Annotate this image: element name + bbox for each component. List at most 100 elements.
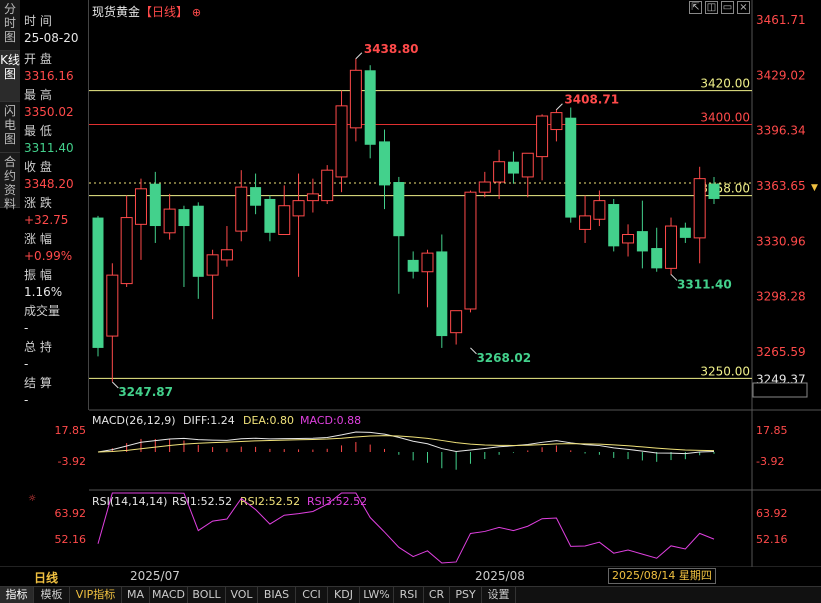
candle-body [651, 248, 663, 269]
price-tick-label: 3461.71 [756, 13, 806, 27]
indicator-tab-bias[interactable]: BIAS [258, 587, 296, 603]
indicator-tab-bar: 指标 模板 VIP指标 MA MACD BOLL VOL BIAS CCI KDJ LW% RSI CR… [0, 586, 821, 603]
candle-body [134, 188, 147, 225]
macd-tick-right: -3.92 [756, 455, 784, 468]
indicator-tab-psy[interactable]: PSY [450, 587, 482, 603]
candle-body [92, 217, 104, 348]
macd-tick-left: -3.92 [58, 455, 86, 468]
candle-body [507, 161, 519, 174]
candle-body [565, 117, 577, 218]
macd-dea-line [97, 435, 715, 453]
chart-window: { "side_tabs": [ {"label": "分时图", "activ… [0, 0, 821, 603]
candle-body [636, 231, 648, 252]
annotation-pointer [355, 52, 363, 60]
rsi-1: RSI1:52.52 [172, 495, 232, 508]
candle-body [192, 205, 204, 277]
horizontal-line-label: 3400.00 [700, 110, 750, 124]
candle-body [593, 200, 606, 220]
candle-body [379, 141, 391, 186]
macd-value: MACD:0.88 [300, 414, 361, 427]
month-label-1: 2025/07 [130, 569, 180, 583]
candle-body [235, 186, 248, 232]
candle-body [393, 182, 405, 237]
candle-body [521, 152, 534, 178]
candle-body [321, 169, 334, 202]
rsi-tick-left: 52.16 [55, 533, 87, 546]
indicator-tab-ma[interactable]: MA [122, 587, 150, 603]
candle-body [364, 70, 376, 145]
indicator-tab-macd[interactable]: MACD [150, 587, 188, 603]
macd-tick-right: 17.85 [756, 424, 788, 437]
candle-body [608, 204, 620, 247]
candle-body [250, 187, 262, 206]
candle-body [163, 208, 176, 234]
candle-body [622, 233, 635, 244]
horizontal-line-label: 3358.00 [700, 182, 750, 196]
indicator-tab-cr[interactable]: CR [424, 587, 450, 603]
candle-body [278, 205, 291, 235]
candle-body [579, 215, 592, 230]
candle-body [478, 181, 491, 193]
indicator-tab-cci[interactable]: CCI [296, 587, 328, 603]
candle-body [349, 69, 362, 129]
current-price-marker: ▼ [811, 183, 818, 193]
annotation-label: 3247.87 [118, 385, 173, 399]
annotation-label: 3268.02 [476, 351, 531, 365]
month-label-2: 2025/08 [475, 569, 525, 583]
candle-body [206, 254, 219, 276]
price-tick-label: 3330.96 [756, 234, 806, 248]
annotation-label: 3311.40 [677, 277, 732, 291]
candle-body [106, 274, 119, 337]
indicator-tab-vip-[interactable]: VIP指标 [70, 587, 122, 603]
candle-body [665, 225, 678, 269]
horizontal-line-label: 3250.00 [700, 364, 750, 378]
price-tick-label: 3265.59 [756, 345, 806, 359]
macd-diff: DIFF:1.24 [183, 414, 235, 427]
candle-body [536, 115, 549, 158]
macd-diff-line [97, 431, 715, 455]
indicator-tab--[interactable]: 设置 [482, 587, 516, 603]
rsi-settings-icon: ☼ [28, 494, 36, 504]
period-tab[interactable]: 日线 [34, 569, 58, 586]
indicator-tab-vol[interactable]: VOL [226, 587, 258, 603]
candle-body [292, 200, 305, 217]
candle-body [178, 209, 190, 227]
candle-body [407, 259, 419, 272]
candlestick-chart: 3461.71 3429.02 3396.34 3363.65 3330.96 3298.… [0, 0, 821, 567]
rsi-tick-left: 63.92 [55, 507, 87, 520]
indicator-tab-kdj[interactable]: KDJ [328, 587, 360, 603]
candle-body [464, 191, 477, 310]
candle-body [335, 105, 348, 178]
candle-body [679, 227, 691, 238]
price-tick-label: 3396.34 [756, 124, 806, 138]
current-date-label: 2025/08/14 星期四 [608, 568, 716, 584]
rsi-tick-right: 63.92 [756, 507, 788, 520]
annotation-label: 3408.71 [564, 93, 619, 107]
candle-body [436, 251, 448, 337]
macd-title: MACD(26,12,9) [92, 414, 176, 427]
candle-body [493, 161, 506, 183]
indicator-tab-boll[interactable]: BOLL [188, 587, 226, 603]
candle-body [421, 252, 434, 273]
candle-body [306, 193, 319, 202]
date-bar: 日线 2025/07 2025/08 2025/08/14 星期四 [0, 567, 821, 585]
candle-body [450, 310, 463, 334]
price-tick-label: 3363.65 [756, 179, 806, 193]
macd-tick-left: 17.85 [55, 424, 87, 437]
candle-body [120, 217, 133, 285]
rsi-2: RSI2:52.52 [240, 495, 300, 508]
horizontal-line-label: 3420.00 [700, 77, 750, 91]
rsi-title: RSI(14,14,14) [92, 495, 167, 508]
candle-body [693, 178, 706, 239]
indicator-tab--[interactable]: 指标 [0, 587, 34, 603]
indicator-tab-lw-[interactable]: LW% [360, 587, 394, 603]
indicator-tab-rsi[interactable]: RSI [394, 587, 424, 603]
rsi-tick-right: 52.16 [756, 533, 788, 546]
candle-body [550, 112, 563, 131]
indicator-tab--[interactable]: 模板 [34, 587, 70, 603]
candle-body [220, 249, 233, 261]
candle-body [149, 183, 161, 227]
macd-dea: DEA:0.80 [243, 414, 294, 427]
annotation-label: 3438.80 [364, 42, 419, 56]
price-tick-label: 3429.02 [756, 68, 806, 82]
